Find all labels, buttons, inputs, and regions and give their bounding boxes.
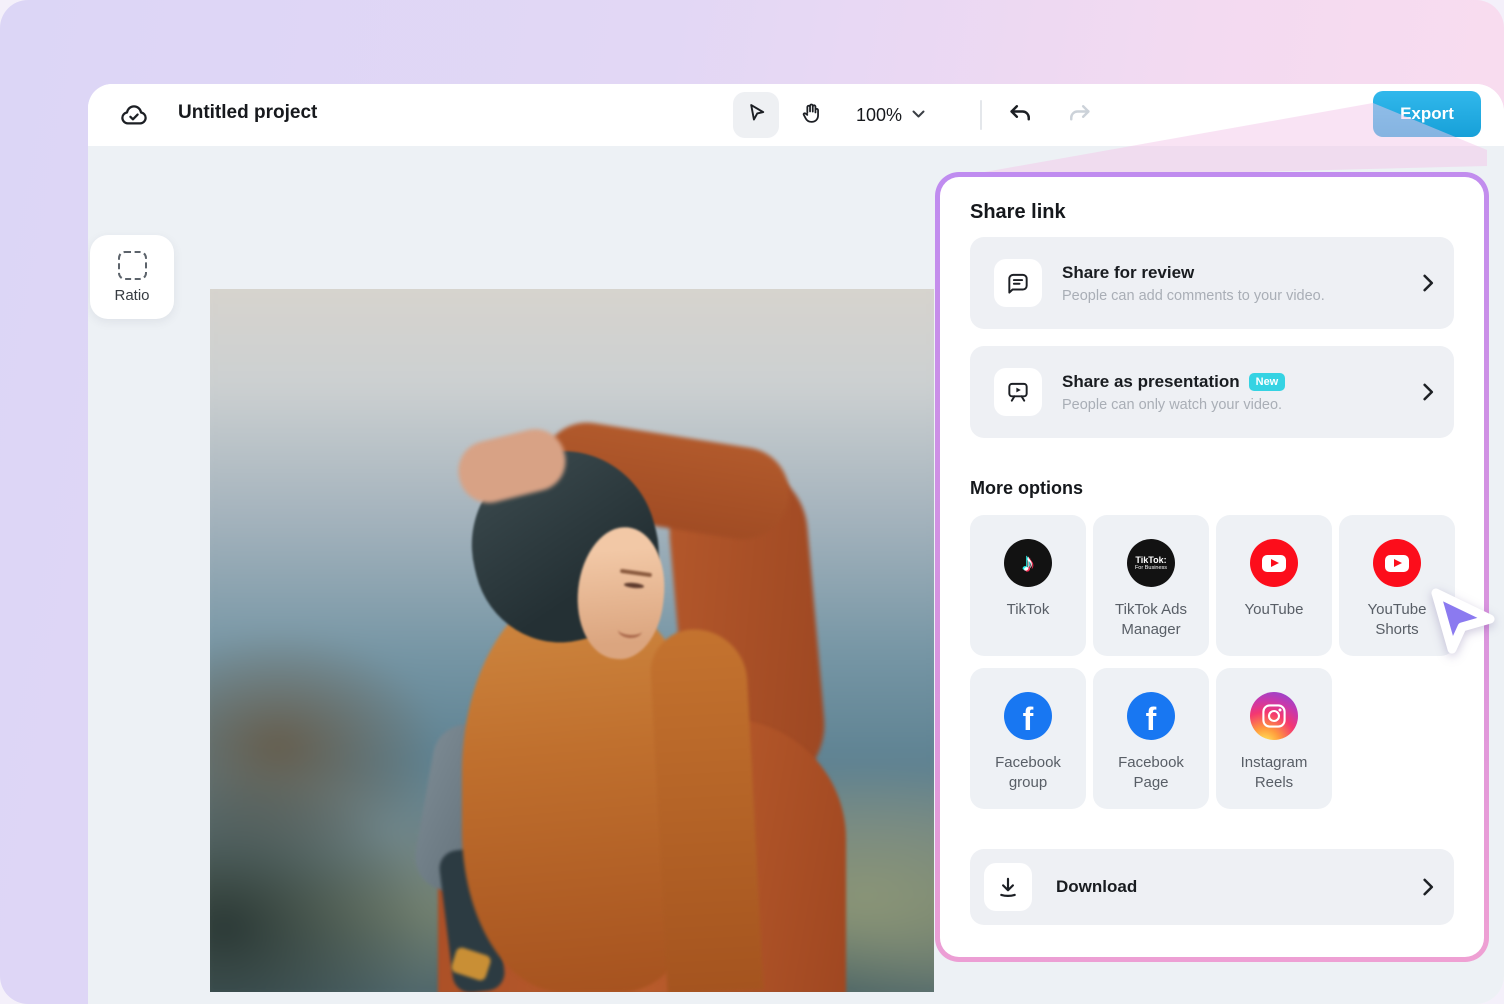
share-instagram-reels-card[interactable]: Instagram Reels: [1216, 668, 1332, 809]
social-options-grid: ♪ TikTok TikTok: For Business TikTok Ads…: [970, 515, 1455, 809]
toolbar-divider: [980, 100, 982, 130]
tiktok-ads-label: TikTok Ads Manager: [1115, 601, 1187, 638]
share-for-review-subtitle: People can add comments to your video.: [1062, 287, 1325, 304]
presentation-icon: [994, 368, 1042, 416]
redo-button[interactable]: [1066, 101, 1094, 134]
share-tiktok-ads-card[interactable]: TikTok: For Business TikTok Ads Manager: [1093, 515, 1209, 656]
redo-icon: [1066, 105, 1094, 133]
tiktok-ads-icon: TikTok: For Business: [1127, 539, 1175, 587]
youtube-label: YouTube: [1244, 601, 1304, 618]
share-as-presentation-item[interactable]: Share as presentation New People can onl…: [970, 346, 1454, 438]
ratio-button[interactable]: Ratio: [90, 235, 174, 319]
share-for-review-title: Share for review: [1062, 262, 1195, 282]
hand-tool-icon: [799, 100, 824, 130]
top-toolbar: Untitled project 100% Export: [88, 84, 1504, 146]
chevron-down-icon: [912, 106, 925, 124]
facebook-icon: f: [1004, 692, 1052, 740]
share-panel-title: Share link: [970, 201, 1066, 223]
share-facebook-page-card[interactable]: f Facebook Page: [1093, 668, 1209, 809]
download-label: Download: [1056, 877, 1138, 896]
undo-button[interactable]: [1006, 101, 1034, 134]
hand-tool-button[interactable]: [788, 92, 834, 138]
chevron-right-icon: [1423, 383, 1434, 401]
tiktok-label: TikTok: [1006, 601, 1050, 618]
cloud-sync-icon: [118, 100, 150, 132]
share-youtube-card[interactable]: YouTube: [1216, 515, 1332, 656]
youtube-shorts-icon: [1373, 539, 1421, 587]
instagram-icon: [1250, 692, 1298, 740]
instagram-reels-label: Instagram Reels: [1240, 754, 1308, 791]
screenshot-stage: Untitled project 100% Export Ratio Share…: [0, 0, 1504, 1004]
select-tool-icon: [745, 101, 768, 129]
facebook-page-label: Facebook Page: [1118, 754, 1184, 791]
chevron-right-icon: [1423, 274, 1434, 292]
new-badge: New: [1248, 372, 1286, 391]
video-frame-image[interactable]: [210, 289, 934, 992]
share-youtube-shorts-card[interactable]: YouTube Shorts: [1339, 515, 1455, 656]
ratio-icon: [117, 250, 147, 280]
chevron-right-icon: [1423, 878, 1434, 896]
facebook-icon: f: [1127, 692, 1175, 740]
tiktok-icon: ♪: [1004, 539, 1052, 587]
download-icon: [984, 863, 1032, 911]
share-panel: Share link Share for review People can a…: [935, 172, 1489, 962]
youtube-shorts-label: YouTube Shorts: [1367, 601, 1427, 638]
ratio-label: Ratio: [114, 286, 150, 304]
share-as-presentation-title: Share as presentation: [1062, 371, 1240, 391]
zoom-level-value: 100%: [856, 104, 903, 125]
facebook-group-label: Facebook group: [995, 754, 1061, 791]
share-facebook-group-card[interactable]: f Facebook group: [970, 668, 1086, 809]
select-tool-button[interactable]: [733, 92, 779, 138]
share-for-review-item[interactable]: Share for review People can add comments…: [970, 237, 1454, 329]
share-tiktok-card[interactable]: ♪ TikTok: [970, 515, 1086, 656]
zoom-level-control[interactable]: 100%: [856, 84, 925, 146]
download-button[interactable]: Download: [970, 849, 1454, 925]
youtube-icon: [1250, 539, 1298, 587]
project-title[interactable]: Untitled project: [178, 102, 317, 124]
export-button[interactable]: Export: [1373, 91, 1481, 137]
comment-icon: [994, 259, 1042, 307]
share-as-presentation-subtitle: People can only watch your video.: [1062, 396, 1283, 413]
more-options-title: More options: [970, 478, 1083, 498]
undo-icon: [1006, 105, 1034, 133]
